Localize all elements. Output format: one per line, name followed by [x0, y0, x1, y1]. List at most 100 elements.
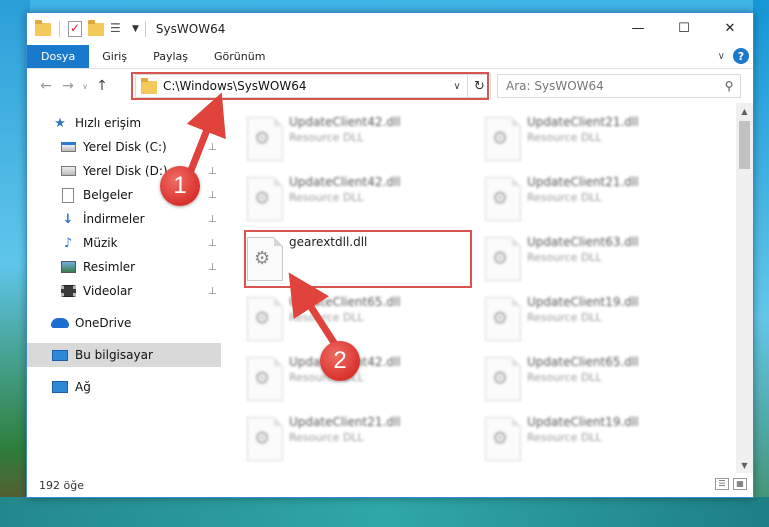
tab-share[interactable]: Paylaş: [140, 45, 201, 68]
sidebar-item-label: Hızlı erişim: [75, 116, 142, 130]
toolbar-divider: [59, 21, 60, 37]
star-icon: ★: [54, 115, 66, 131]
file-item[interactable]: UpdateClient21.dll Resource DLL: [247, 411, 477, 467]
file-type: Resource DLL: [289, 431, 364, 444]
pin-icon[interactable]: ⊥: [208, 166, 217, 177]
sidebar-item-label: Yerel Disk (C:): [83, 140, 167, 154]
details-view-icon[interactable]: ☰: [715, 478, 729, 490]
dll-file-icon: [485, 117, 521, 161]
sidebar-item-network[interactable]: Ağ: [27, 375, 221, 399]
title-bar: ☰ ▼ SysWOW64 — ☐ ✕: [27, 13, 753, 45]
file-name: UpdateClient63.dll: [527, 235, 639, 249]
sidebar-item-label: Resimler: [83, 260, 136, 274]
file-item[interactable]: UpdateClient42.dllResource DLL: [247, 111, 477, 167]
vertical-scrollbar[interactable]: ▲ ▼: [736, 103, 753, 473]
file-name: UpdateClient21.dll: [527, 175, 639, 189]
address-highlight-box: [131, 72, 489, 100]
search-icon[interactable]: ⚲: [718, 79, 740, 93]
maximize-button[interactable]: ☐: [661, 13, 707, 43]
pin-icon[interactable]: ⊥: [208, 286, 217, 297]
new-folder-icon[interactable]: [88, 19, 104, 36]
dll-file-icon: [485, 177, 521, 221]
pin-icon[interactable]: ⊥: [208, 238, 217, 249]
pin-icon[interactable]: ⊥: [208, 214, 217, 225]
ribbon-tabs: Dosya Giriş Paylaş Görünüm ∨ ?: [27, 45, 753, 69]
document-icon: [59, 187, 77, 203]
scrollbar-thumb[interactable]: [739, 121, 750, 169]
sidebar-item-label: Yerel Disk (D:): [83, 164, 168, 178]
file-item[interactable]: UpdateClient42.dllResource DLL: [247, 351, 477, 407]
sidebar-item-onedrive[interactable]: OneDrive: [27, 311, 221, 335]
search-box[interactable]: ⚲: [497, 74, 741, 98]
file-type: Resource DLL: [527, 371, 602, 384]
file-type: Resource DLL: [289, 311, 364, 324]
minimize-button[interactable]: —: [615, 13, 661, 43]
pin-icon[interactable]: ⊥: [208, 142, 217, 153]
file-item[interactable]: UpdateClient65.dll Resource DLL: [485, 351, 715, 407]
file-item[interactable]: UpdateClient21.dll Resource DLL: [485, 171, 715, 227]
file-type: Resource DLL: [289, 131, 364, 144]
sidebar-item-local-disk-c[interactable]: Yerel Disk (C:) ⊥: [27, 135, 221, 159]
tab-home[interactable]: Giriş: [89, 45, 140, 68]
view-toggle: ☰ ▦: [715, 478, 747, 490]
tab-view[interactable]: Görünüm: [201, 45, 278, 68]
file-name: UpdateClient21.dll: [527, 115, 639, 129]
close-button[interactable]: ✕: [707, 13, 753, 43]
file-name: UpdateClient42.dll: [289, 175, 401, 189]
picture-icon: [59, 259, 77, 275]
file-item[interactable]: UpdateClient19.dll Resource DLL: [485, 411, 715, 467]
expand-ribbon-icon[interactable]: ∨: [718, 51, 725, 62]
dll-file-icon: [485, 297, 521, 341]
forward-button[interactable]: →: [57, 78, 79, 94]
status-bar: 192 öğe ☰ ▦: [27, 473, 753, 497]
sidebar-item-pictures[interactable]: Resimler ⊥: [27, 255, 221, 279]
help-icon[interactable]: ?: [733, 48, 749, 64]
sidebar-item-downloads[interactable]: ↓ İndirmeler ⊥: [27, 207, 221, 231]
file-item[interactable]: UpdateClient42.dllResource DLL: [247, 171, 477, 227]
file-item[interactable]: UpdateClient63.dll Resource DLL: [485, 231, 715, 287]
video-icon: [59, 283, 77, 299]
main-area: ★ Hızlı erişim Yerel Disk (C:) ⊥ Yerel D…: [27, 103, 753, 473]
navigation-pane: ★ Hızlı erişim Yerel Disk (C:) ⊥ Yerel D…: [27, 103, 221, 473]
sidebar-item-videos[interactable]: Videolar ⊥: [27, 279, 221, 303]
scroll-up-icon[interactable]: ▲: [736, 103, 753, 119]
file-name: UpdateClient19.dll: [527, 295, 639, 309]
dll-file-icon: [247, 297, 283, 341]
toolbar-dropdown-icon[interactable]: ▼: [132, 24, 139, 34]
tab-file[interactable]: Dosya: [27, 45, 90, 68]
step-badge-1: 1: [160, 166, 200, 206]
back-button[interactable]: ←: [35, 78, 57, 94]
file-item[interactable]: UpdateClient65.dll Resource DLL: [247, 291, 477, 347]
file-type: Resource DLL: [527, 311, 602, 324]
sidebar-item-label: Bu bilgisayar: [75, 348, 153, 362]
file-item[interactable]: UpdateClient19.dll Resource DLL: [485, 291, 715, 347]
dll-file-icon: [247, 117, 283, 161]
dll-file-icon: [247, 357, 283, 401]
file-item[interactable]: UpdateClient21.dll Resource DLL: [485, 111, 715, 167]
drive-icon: [59, 163, 77, 179]
large-icons-view-icon[interactable]: ▦: [733, 478, 747, 490]
up-button[interactable]: ↑: [91, 78, 113, 94]
pin-icon[interactable]: ⊥: [208, 262, 217, 273]
pin-icon[interactable]: ⊥: [208, 190, 217, 201]
sidebar-item-quick-access[interactable]: ★ Hızlı erişim: [27, 111, 221, 135]
file-name: UpdateClient21.dll: [289, 415, 401, 429]
sidebar-item-label: OneDrive: [75, 316, 132, 330]
dll-file-icon: [247, 177, 283, 221]
drive-icon: [59, 139, 77, 155]
properties-icon[interactable]: [68, 21, 82, 37]
file-name: UpdateClient65.dll: [527, 355, 639, 369]
ribbon-controls: ∨ ?: [718, 48, 749, 64]
file-name: UpdateClient19.dll: [527, 415, 639, 429]
item-count: 192 öğe: [39, 478, 84, 492]
download-icon: ↓: [62, 211, 74, 227]
customize-toolbar-icon[interactable]: ☰: [110, 21, 126, 37]
sidebar-item-music[interactable]: ♪ Müzik ⊥: [27, 231, 221, 255]
scroll-down-icon[interactable]: ▼: [736, 457, 753, 473]
file-type: Resource DLL: [527, 191, 602, 204]
sidebar-item-this-pc[interactable]: Bu bilgisayar: [27, 343, 221, 367]
desktop-background-right: [753, 0, 769, 527]
recent-locations-button[interactable]: ∨: [79, 82, 91, 91]
search-input[interactable]: [506, 79, 718, 93]
file-highlight-box: [244, 230, 472, 288]
